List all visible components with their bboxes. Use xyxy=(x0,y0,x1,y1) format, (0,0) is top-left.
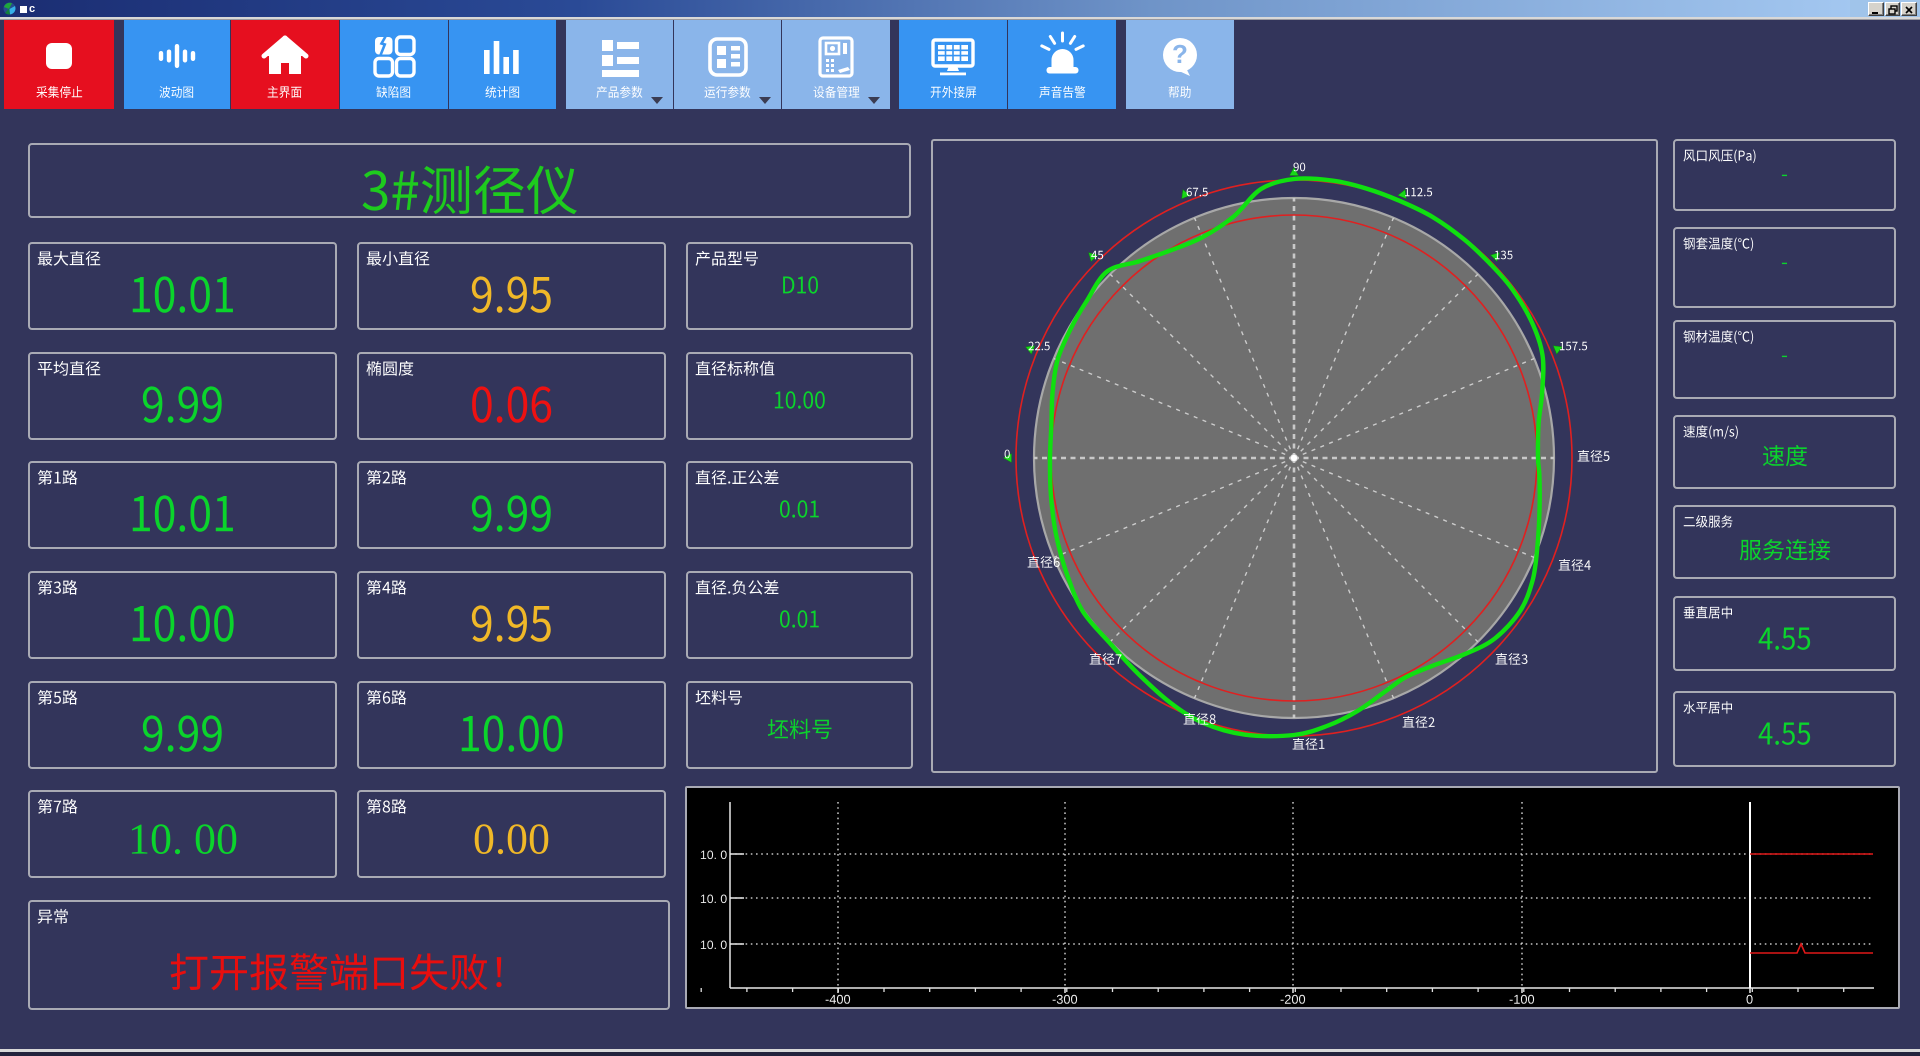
svg-text:?: ? xyxy=(1172,39,1188,69)
